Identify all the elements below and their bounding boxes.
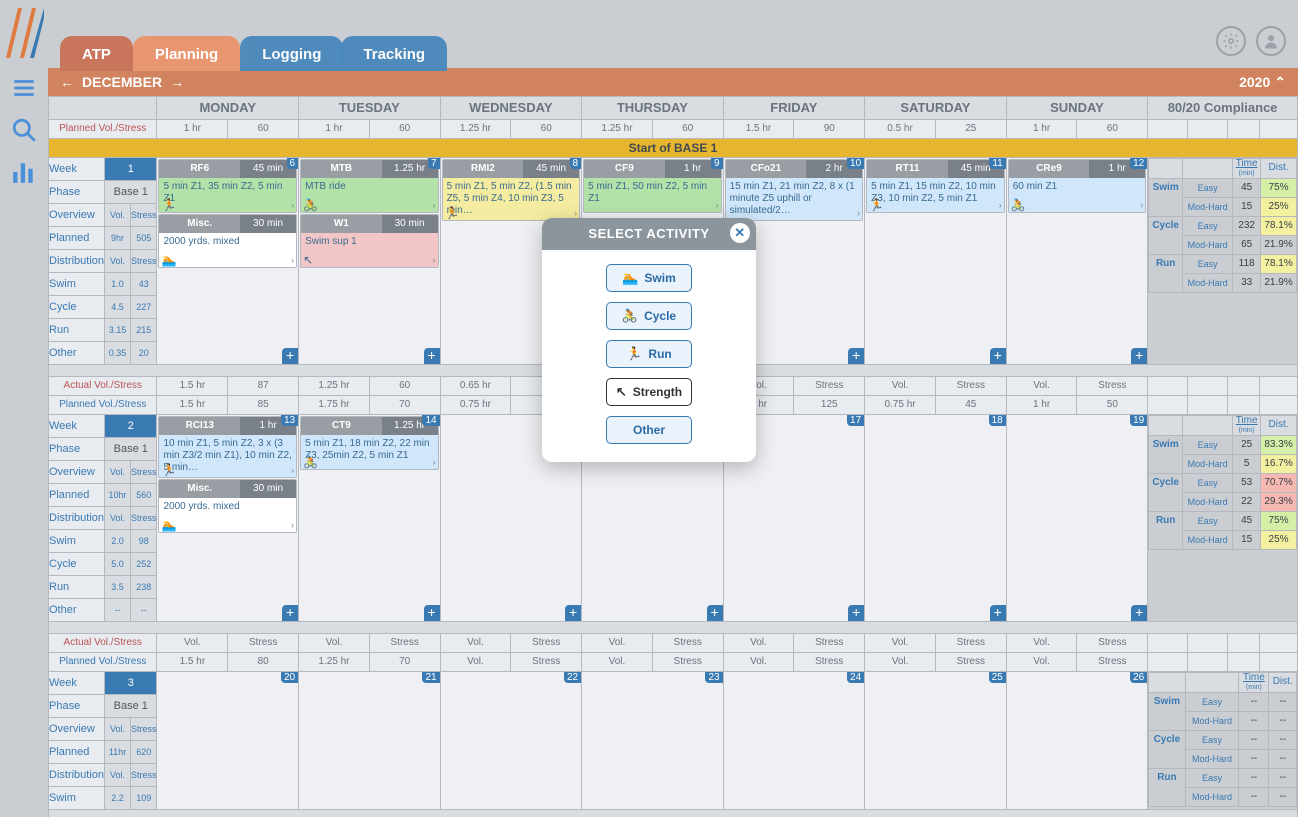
run-icon: 🏃 [626, 346, 642, 362]
modal-title: SELECT ACTIVITY [588, 226, 709, 241]
swim-icon: 🏊 [622, 270, 638, 286]
activity-swim-button[interactable]: 🏊Swim [606, 264, 692, 292]
select-activity-modal: SELECT ACTIVITY ✕ 🏊Swim 🚴Cycle 🏃Run ↖Str… [542, 218, 756, 462]
activity-other-button[interactable]: Other [606, 416, 692, 444]
activity-cycle-button[interactable]: 🚴Cycle [606, 302, 692, 330]
modal-close-icon[interactable]: ✕ [730, 223, 750, 243]
cycle-icon: 🚴 [622, 308, 638, 324]
strength-icon: ↖ [616, 384, 627, 400]
activity-run-button[interactable]: 🏃Run [606, 340, 692, 368]
activity-strength-button[interactable]: ↖Strength [606, 378, 692, 406]
